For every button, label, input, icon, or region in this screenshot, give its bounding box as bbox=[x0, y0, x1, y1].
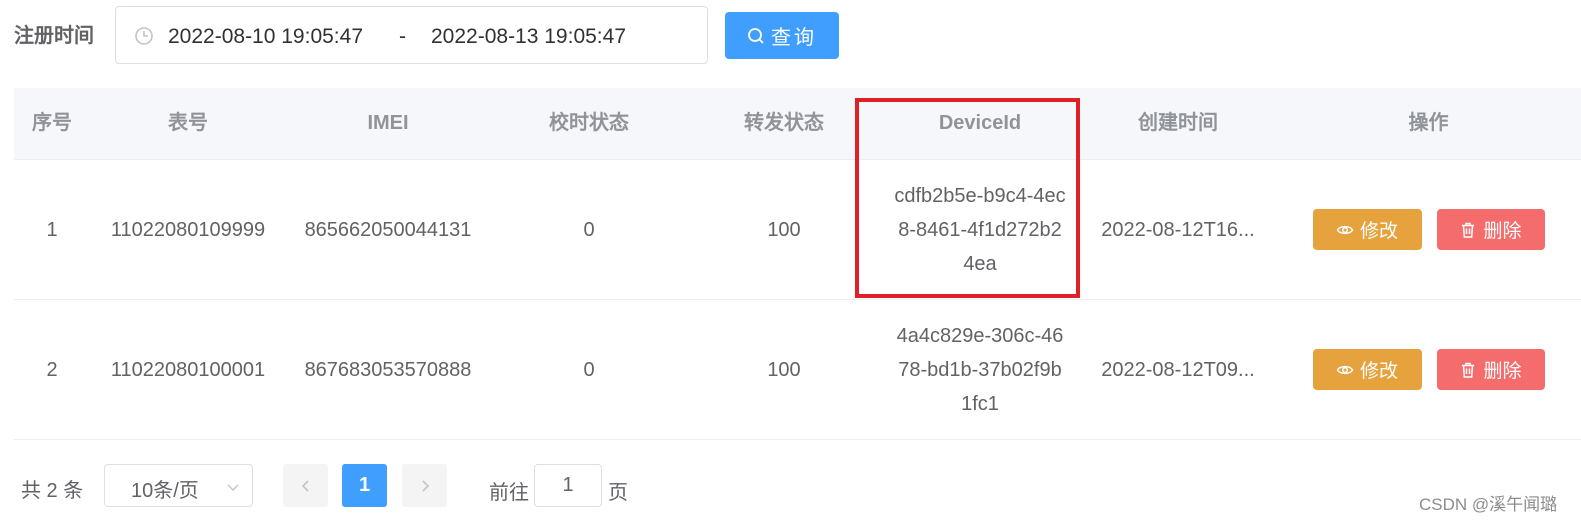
prev-page-button[interactable] bbox=[283, 464, 328, 507]
table-header: 序号 表号 IMEI 校时状态 转发状态 DeviceId 创建时间 操作 bbox=[14, 88, 1581, 160]
goto-label: 前往 bbox=[489, 482, 529, 504]
device-table: 序号 表号 IMEI 校时状态 转发状态 DeviceId 创建时间 操作 1 … bbox=[14, 88, 1581, 440]
delete-button-label: 删除 bbox=[1483, 221, 1522, 242]
chevron-down-icon bbox=[227, 484, 239, 492]
date-range-picker[interactable]: 2022-08-10 19:05:47 - 2022-08-13 19:05:4… bbox=[115, 6, 708, 64]
page-size-value: 10条/页 bbox=[131, 480, 199, 502]
cell-device-id: 4a4c829e-306c-4678-bd1b-37b02f9b1fc1 bbox=[896, 324, 1064, 415]
header-created: 创建时间 bbox=[1138, 112, 1218, 134]
chevron-right-icon bbox=[421, 479, 429, 492]
eye-icon bbox=[1336, 225, 1354, 234]
page-number-current[interactable]: 1 bbox=[342, 464, 387, 507]
edit-button[interactable]: 修改 bbox=[1312, 349, 1422, 390]
cell-device-id: cdfb2b5e-b9c4-4ec8-8461-4f1d272b24ea bbox=[894, 184, 1066, 275]
header-check-status: 校时状态 bbox=[549, 112, 629, 134]
goto-suffix: 页 bbox=[608, 482, 628, 504]
pagination-total: 共 2 条 bbox=[21, 480, 84, 502]
table-row: 2 11022080100001 867683053570888 0 100 4… bbox=[14, 300, 1581, 440]
table-row: 1 11022080109999 865662050044131 0 100 c… bbox=[14, 160, 1581, 300]
header-imei: IMEI bbox=[367, 112, 409, 134]
header-actions: 操作 bbox=[1408, 112, 1449, 134]
page-size-select[interactable]: 10条/页 bbox=[104, 464, 253, 507]
cell-meter: 11022080100001 bbox=[110, 358, 266, 381]
cell-imei: 867683053570888 bbox=[304, 358, 472, 381]
edit-button[interactable]: 修改 bbox=[1312, 209, 1422, 250]
header-device-id: DeviceId bbox=[938, 112, 1022, 134]
cell-created: 2022-08-12T16... bbox=[1101, 218, 1255, 241]
delete-button-label: 删除 bbox=[1483, 361, 1522, 382]
edit-button-label: 修改 bbox=[1359, 361, 1398, 382]
end-date-input[interactable]: 2022-08-13 19:05:47 bbox=[431, 23, 626, 51]
eye-icon bbox=[1336, 365, 1354, 374]
header-forward-status: 转发状态 bbox=[744, 112, 824, 134]
cell-imei: 865662050044131 bbox=[304, 218, 472, 241]
cell-forward-status: 100 bbox=[767, 218, 801, 241]
trash-icon bbox=[1462, 362, 1475, 378]
search-icon bbox=[748, 27, 764, 44]
cell-index: 1 bbox=[46, 218, 58, 241]
header-meter: 表号 bbox=[168, 112, 208, 134]
clock-icon bbox=[135, 27, 153, 45]
cell-check-status: 0 bbox=[583, 358, 595, 381]
delete-button[interactable]: 删除 bbox=[1436, 209, 1545, 250]
cell-check-status: 0 bbox=[583, 218, 595, 241]
cell-index: 2 bbox=[46, 358, 58, 381]
edit-button-label: 修改 bbox=[1359, 221, 1398, 242]
header-index: 序号 bbox=[32, 112, 72, 134]
delete-button[interactable]: 删除 bbox=[1436, 349, 1545, 390]
goto-page-input[interactable] bbox=[534, 464, 602, 507]
cell-forward-status: 100 bbox=[767, 358, 801, 381]
start-date-input[interactable]: 2022-08-10 19:05:47 bbox=[168, 23, 363, 51]
cell-created: 2022-08-12T09... bbox=[1101, 358, 1255, 381]
cell-meter: 11022080109999 bbox=[110, 218, 266, 241]
filter-label: 注册时间 bbox=[14, 25, 94, 47]
chevron-left-icon bbox=[301, 479, 309, 492]
watermark: CSDN @溪午闻璐 bbox=[1419, 495, 1558, 514]
next-page-button[interactable] bbox=[402, 464, 447, 507]
range-separator: - bbox=[399, 25, 406, 48]
search-button-label: 查询 bbox=[771, 27, 817, 49]
search-button[interactable]: 查询 bbox=[725, 12, 839, 59]
trash-icon bbox=[1462, 222, 1475, 238]
